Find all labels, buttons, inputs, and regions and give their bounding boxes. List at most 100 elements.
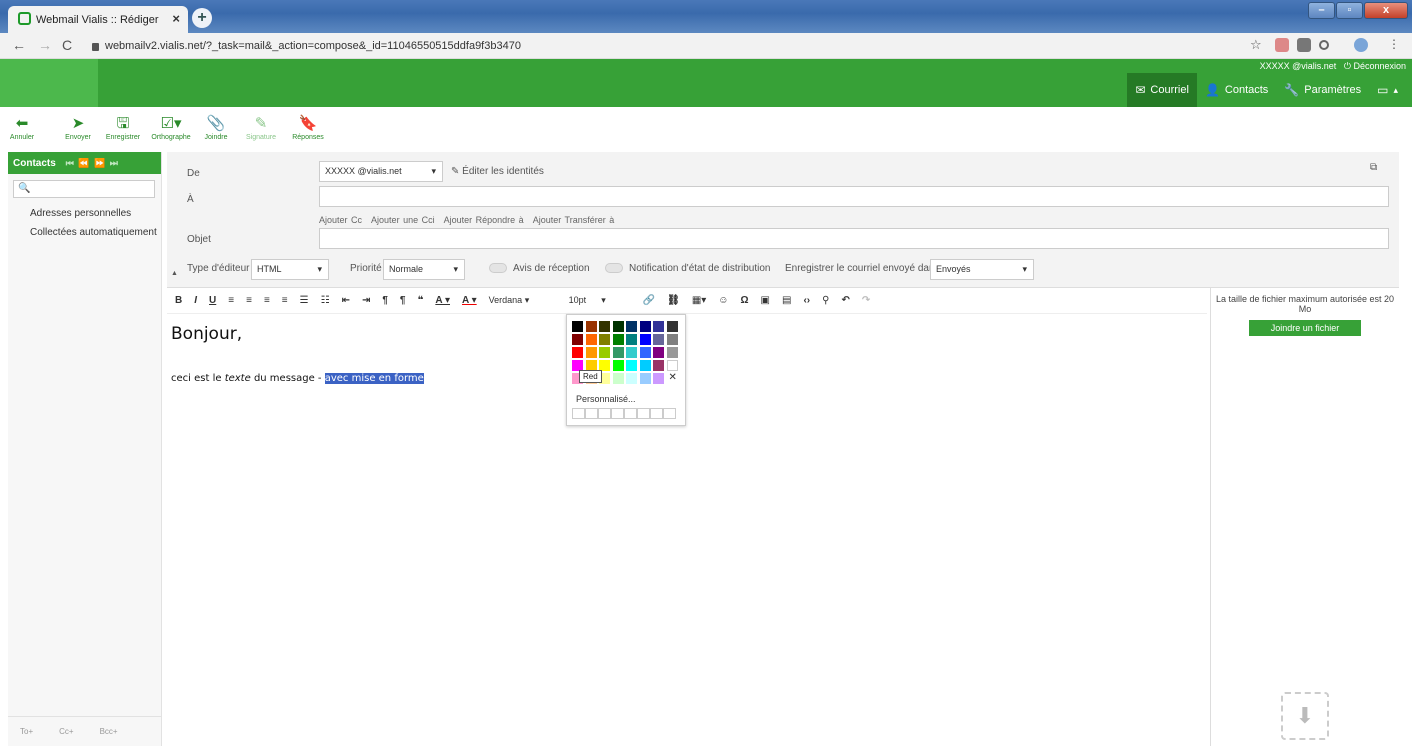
color-swatch[interactable] [585,321,597,332]
message-editor[interactable]: Bonjour, ceci est le texte du message - … [167,314,1207,746]
new-tab-icon[interactable]: + [192,8,212,28]
color-swatch[interactable] [612,334,624,345]
color-swatch[interactable] [626,373,637,384]
recent-color-swatch[interactable] [585,408,598,419]
menu-kebab-icon[interactable]: ⋮ [1388,37,1400,51]
background-color-icon[interactable]: A ▾ [435,295,450,306]
tab-close-icon[interactable]: × [172,11,180,26]
reload-icon[interactable]: C [62,37,72,53]
color-swatch[interactable] [639,347,651,358]
responses-button[interactable]: 🔖 Réponses [286,114,330,141]
add-bcc-button[interactable]: Bcc+ [100,727,118,736]
pagination-icons[interactable]: ⏮ ⏪ ⏩ ⏭ [66,158,119,169]
image-icon[interactable]: ▣ [761,295,770,306]
color-swatch[interactable] [639,321,651,332]
color-swatch[interactable] [666,321,678,332]
color-swatch[interactable] [599,321,610,332]
maximize-icon[interactable]: ▫ [1336,2,1363,19]
color-swatch[interactable] [599,347,610,358]
add-bcc-link[interactable]: Ajouter une Cci [371,215,435,225]
special-char-icon[interactable]: Ω [741,295,749,306]
attach-file-button[interactable]: Joindre un fichier [1249,320,1361,336]
color-swatch[interactable] [653,334,664,345]
rtl-icon[interactable]: ¶ [400,295,406,306]
spellcheck-button[interactable]: ☑▾ Orthographe [146,114,196,141]
profile-avatar-icon[interactable] [1354,38,1368,52]
color-swatch[interactable] [666,347,678,358]
color-swatch[interactable] [626,334,637,345]
color-swatch[interactable] [666,334,678,345]
source-code-icon[interactable]: ‹› [803,295,810,306]
edit-identities-link[interactable]: ✎ Éditer les identités [451,166,544,177]
attach-button[interactable]: 📎 Joindre [200,114,232,141]
receipt-toggle[interactable]: Avis de réception [489,263,590,274]
indent-icon[interactable]: ⇥ [362,295,370,306]
recent-color-swatch[interactable] [572,408,585,419]
sidebar-item-personal[interactable]: Adresses personnelles [8,204,161,223]
nav-courriel[interactable]: ✉ Courriel [1127,73,1197,107]
align-left-icon[interactable]: ≡ [228,295,234,306]
unlink-icon[interactable]: ⛓ [667,295,680,306]
color-swatch[interactable] [599,334,610,345]
redo-icon[interactable]: ↷ [862,295,870,306]
custom-color-link[interactable]: Personnalisé... [576,394,636,404]
blockquote-icon[interactable]: ❝ [417,295,423,306]
color-swatch[interactable] [585,334,597,345]
bookmark-star-icon[interactable]: ☆ [1250,37,1262,53]
text-color-icon[interactable]: A ▾ [462,295,477,306]
color-swatch[interactable] [612,347,624,358]
color-swatch[interactable] [639,373,651,384]
undo-icon[interactable]: ↶ [841,295,849,306]
ltr-icon[interactable]: ¶ [382,295,388,306]
color-swatch[interactable] [639,334,651,345]
bold-icon[interactable]: B [175,295,182,306]
receipt-switch[interactable] [489,263,507,274]
color-swatch[interactable] [585,347,597,358]
outdent-icon[interactable]: ⇤ [342,295,350,306]
send-button[interactable]: ➤ Envoyer [60,114,96,141]
color-swatch[interactable] [612,321,624,332]
emoji-icon[interactable]: ☺ [718,295,728,306]
color-swatch[interactable] [653,373,664,384]
color-swatch[interactable] [572,334,583,345]
logo[interactable] [0,59,98,107]
save-in-select[interactable]: Envoyés [930,259,1034,280]
extension-pdf-icon[interactable] [1275,38,1289,52]
link-icon[interactable]: 🔗 [643,295,655,306]
font-family-select[interactable]: Verdana ▾ [489,295,559,306]
color-swatch[interactable] [572,347,583,358]
to-input[interactable] [319,186,1389,207]
nav-display[interactable]: ▭ ▴ [1369,73,1406,107]
add-cc-button[interactable]: Cc+ [59,727,73,736]
url-field[interactable]: webmailv2.vialis.net/?_task=mail&_action… [86,36,1236,56]
back-icon[interactable]: ← [12,37,26,53]
color-swatch[interactable] [653,321,664,332]
add-replyto-link[interactable]: Ajouter Répondre à [444,215,524,225]
color-swatch[interactable] [626,321,637,332]
media-icon[interactable]: ▤ [782,295,791,306]
window-close-icon[interactable]: x [1364,2,1408,19]
extension-circle-icon[interactable] [1319,40,1329,50]
table-icon[interactable]: ▦▾ [692,295,706,306]
align-right-icon[interactable]: ≡ [264,295,270,306]
recent-color-swatch[interactable] [624,408,637,419]
color-swatch[interactable] [653,360,664,371]
save-button[interactable]: 🖫 Enregistrer [100,114,146,141]
collapse-caret-icon[interactable]: ▲ [171,270,178,277]
align-justify-icon[interactable]: ≡ [282,295,288,306]
sidebar-item-collected[interactable]: Collectées automatiquement [8,223,161,242]
popout-icon[interactable]: ⧉ [1370,162,1377,173]
bullet-list-icon[interactable]: ☰ [300,295,309,306]
underline-icon[interactable]: U [209,295,216,306]
color-swatch[interactable] [626,347,637,358]
find-replace-icon[interactable]: ⚲ [822,295,829,306]
add-to-button[interactable]: To+ [20,727,33,736]
recent-color-swatch[interactable] [598,408,611,419]
logout-link[interactable]: Déconnexion [1353,61,1406,71]
add-cc-link[interactable]: Ajouter Cc [319,215,362,225]
nav-contacts[interactable]: 👤 Contacts [1197,73,1276,107]
recent-color-swatch[interactable] [650,408,663,419]
forward-icon[interactable]: → [38,37,52,53]
remove-color-icon[interactable]: ✕ [669,372,677,383]
recent-color-swatch[interactable] [611,408,624,419]
